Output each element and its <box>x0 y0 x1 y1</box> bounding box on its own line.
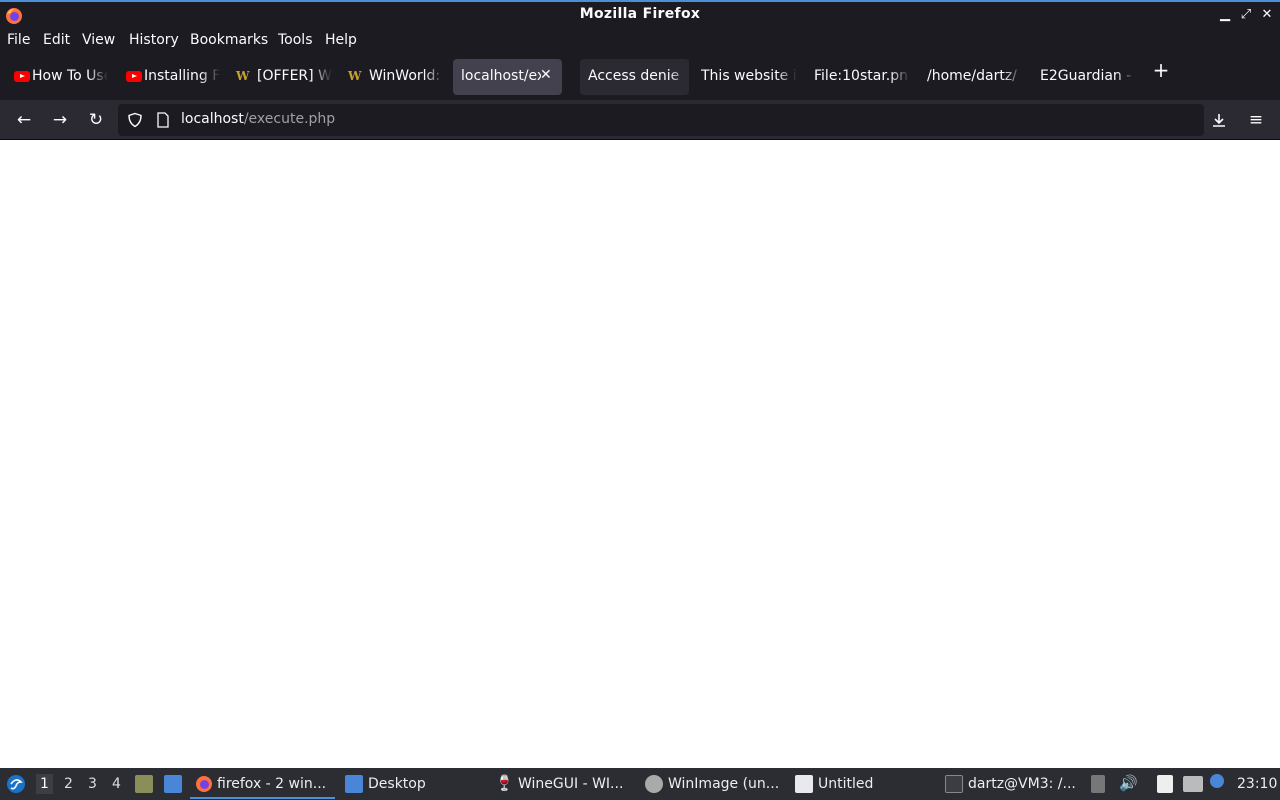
window-title: Mozilla Firefox <box>579 6 701 22</box>
youtube-icon <box>14 71 30 82</box>
tab-file-10star[interactable]: File:10star.pn <box>806 59 910 95</box>
taskbar-winimage[interactable]: WinImage (un... <box>640 768 785 800</box>
youtube-icon <box>126 71 142 82</box>
taskbar: 1 2 3 4 firefox - 2 win... Desktop 🍷 Win… <box>0 768 1280 800</box>
tab-installing[interactable]: Installing F <box>116 59 220 95</box>
show-desktop-icon[interactable] <box>164 775 182 793</box>
url-path: /execute.php <box>243 111 336 127</box>
tab-bar: How To Use Installing F W [OFFER] W W Wi… <box>0 53 1280 100</box>
tab-localhost-selected[interactable]: localhost/ex ✕ <box>453 59 562 95</box>
taskbar-untitled[interactable]: Untitled <box>790 768 935 800</box>
menu-bookmarks[interactable]: Bookmarks <box>190 32 268 48</box>
winworld-icon: W <box>236 69 250 83</box>
downloads-icon[interactable] <box>1207 108 1231 132</box>
taskbar-label: Untitled <box>818 776 874 792</box>
workspace-1[interactable]: 1 <box>36 774 53 794</box>
url-host: localhost <box>181 111 244 127</box>
file-manager-launcher-icon[interactable] <box>135 775 153 793</box>
url-bar[interactable]: localhost/execute.php <box>118 104 1204 136</box>
window-titlebar: Mozilla Firefox ▁ ⤢ ✕ <box>0 0 1280 29</box>
tray-notes-icon[interactable] <box>1157 775 1173 793</box>
wine-glass-icon: 🍷 <box>495 774 514 792</box>
taskbar-label: firefox - 2 win... <box>217 776 327 792</box>
menu-view[interactable]: View <box>82 32 115 48</box>
app-menu-icon[interactable]: ≡ <box>1244 108 1268 132</box>
start-menu-icon[interactable] <box>6 774 26 794</box>
taskbar-terminal[interactable]: dartz@VM3: /... <box>940 768 1085 800</box>
folder-icon <box>345 775 363 793</box>
tab-e2guardian[interactable]: E2Guardian - <box>1032 59 1136 95</box>
url-text[interactable]: localhost/execute.php <box>181 111 335 127</box>
tab-offer[interactable]: W [OFFER] W <box>228 59 332 95</box>
menu-tools[interactable]: Tools <box>278 32 313 48</box>
update-notifier-icon[interactable] <box>1210 774 1224 788</box>
menu-history[interactable]: History <box>129 32 179 48</box>
page-content <box>0 140 1280 768</box>
menu-edit[interactable]: Edit <box>43 32 70 48</box>
maximize-icon[interactable]: ⤢ <box>1236 5 1256 25</box>
tab-label: Access denie <box>588 68 680 84</box>
reload-icon[interactable]: ↻ <box>84 108 108 132</box>
menu-file[interactable]: File <box>7 32 30 48</box>
workspace-4[interactable]: 4 <box>112 776 121 792</box>
tab-home-dartz[interactable]: /home/dartz/ <box>919 59 1023 95</box>
tracking-protection-shield-icon[interactable] <box>127 112 143 128</box>
forward-icon[interactable]: → <box>48 108 72 132</box>
tab-this-website[interactable]: This website i <box>693 59 797 95</box>
clock[interactable]: 23:10 <box>1237 776 1277 792</box>
workspace-2[interactable]: 2 <box>64 776 73 792</box>
menu-help[interactable]: Help <box>325 32 357 48</box>
text-editor-icon <box>795 775 813 793</box>
tab-winworld[interactable]: W WinWorld: <box>340 59 444 95</box>
winimage-icon <box>645 775 663 793</box>
taskbar-label: dartz@VM3: /... <box>968 776 1076 792</box>
tab-label: localhost/ex <box>461 68 541 84</box>
close-tab-icon[interactable]: ✕ <box>540 67 552 83</box>
back-icon[interactable]: ← <box>12 108 36 132</box>
new-tab-icon[interactable]: + <box>1150 59 1172 81</box>
taskbar-label: Desktop <box>368 776 426 792</box>
terminal-icon <box>945 775 963 793</box>
taskbar-label: WineGUI - WI... <box>518 776 624 792</box>
taskbar-firefox[interactable]: firefox - 2 win... <box>190 768 335 800</box>
tab-how-to-use[interactable]: How To Use <box>4 59 108 95</box>
taskbar-label: WinImage (un... <box>668 776 780 792</box>
network-icon[interactable] <box>1183 776 1203 792</box>
winworld-icon: W <box>348 69 362 83</box>
menu-bar: File Edit View History Bookmarks Tools H… <box>0 29 1280 53</box>
tray-clipboard-icon[interactable] <box>1091 775 1105 793</box>
minimize-icon[interactable]: ▁ <box>1215 5 1235 25</box>
close-window-icon[interactable]: ✕ <box>1257 5 1277 25</box>
workspace-3[interactable]: 3 <box>88 776 97 792</box>
volume-icon[interactable]: 🔊 <box>1119 774 1138 792</box>
taskbar-winegui[interactable]: 🍷 WineGUI - WI... <box>490 768 635 800</box>
firefox-icon <box>196 776 212 792</box>
taskbar-desktop[interactable]: Desktop <box>340 768 485 800</box>
page-info-icon[interactable] <box>156 112 170 128</box>
tab-access-denied[interactable]: Access denie <box>580 59 689 95</box>
